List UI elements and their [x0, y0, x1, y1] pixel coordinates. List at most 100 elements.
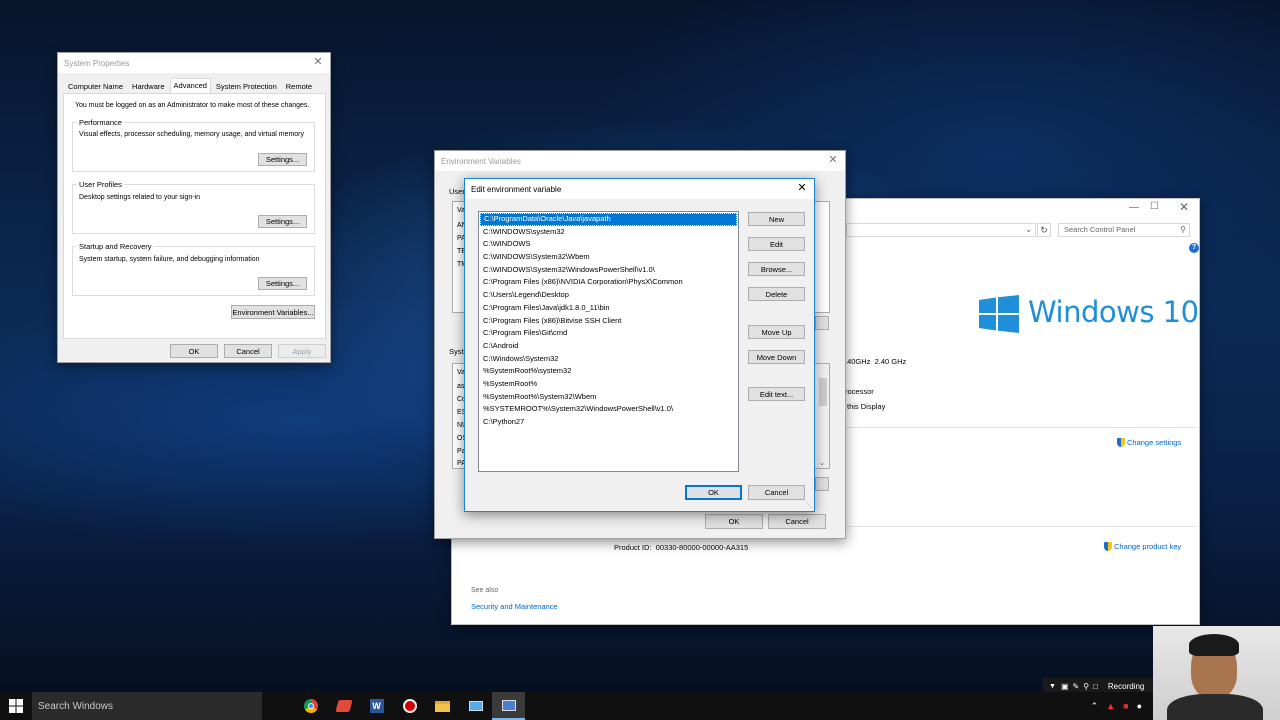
- list-item[interactable]: C:\Windows\System32: [479, 353, 738, 366]
- change-product-key-link[interactable]: Change product key: [1104, 542, 1181, 551]
- list-item[interactable]: C:\Program Files (x86)\NVIDIA Corporatio…: [479, 276, 738, 289]
- list-item[interactable]: C:\Python27: [479, 416, 738, 429]
- list-item[interactable]: C:\Android: [479, 340, 738, 353]
- system-properties-dialog[interactable]: System Properties ✕ Computer Name Hardwa…: [57, 52, 331, 363]
- refresh-icon[interactable]: ↻: [1037, 223, 1051, 237]
- search-input[interactable]: Search Control Panel ⚲: [1058, 223, 1190, 237]
- app-tray-icon[interactable]: ■: [1123, 701, 1128, 711]
- file-explorer-icon[interactable]: [426, 692, 459, 720]
- monitor-icon[interactable]: [459, 692, 492, 720]
- ok-button[interactable]: OK: [170, 344, 218, 358]
- ok-button[interactable]: OK: [705, 514, 763, 529]
- browse-button[interactable]: Browse...: [748, 262, 805, 276]
- app-tray-icon[interactable]: ▲: [1106, 701, 1115, 711]
- edit-environment-variable-dialog[interactable]: Edit environment variable ✕ C:\ProgramDa…: [464, 178, 815, 512]
- user-profiles-settings-button[interactable]: Settings...: [258, 215, 307, 228]
- cancel-button[interactable]: Cancel: [768, 514, 826, 529]
- list-item[interactable]: C:\Users\Legend\Desktop: [479, 289, 738, 302]
- system-properties-icon[interactable]: [492, 692, 525, 720]
- minimize-button[interactable]: —: [1129, 202, 1139, 213]
- title-bar[interactable]: Edit environment variable ✕: [465, 179, 814, 199]
- taskbar-search-text: Search Windows: [38, 700, 114, 712]
- resize-grip[interactable]: ⋱: [806, 502, 812, 509]
- close-icon[interactable]: ✕: [827, 154, 839, 167]
- taskbar-search-input[interactable]: Search Windows: [32, 692, 262, 720]
- chevron-down-icon[interactable]: ▼: [1049, 683, 1056, 690]
- startup-recovery-settings-button[interactable]: Settings...: [258, 277, 307, 290]
- cancel-button[interactable]: Cancel: [748, 485, 805, 500]
- window-title: System Properties: [64, 58, 130, 68]
- close-icon[interactable]: ✕: [312, 56, 324, 69]
- list-item[interactable]: C:\ProgramData\Oracle\Java\javapath: [480, 213, 737, 226]
- start-button[interactable]: [0, 692, 32, 720]
- delete-button[interactable]: Delete: [748, 287, 805, 301]
- chrome-icon[interactable]: [294, 692, 327, 720]
- list-item[interactable]: %SystemRoot%\system32: [479, 365, 738, 378]
- list-item[interactable]: C:\Program Files\Git\cmd: [479, 327, 738, 340]
- window-title: Edit environment variable: [471, 184, 562, 194]
- app-red-icon[interactable]: [327, 692, 360, 720]
- edit-button[interactable]: Edit: [748, 237, 805, 251]
- tab-advanced[interactable]: Advanced: [169, 78, 211, 93]
- performance-settings-button[interactable]: Settings...: [258, 153, 307, 166]
- chevron-up-icon[interactable]: ⌃: [1091, 701, 1099, 712]
- list-item[interactable]: C:\WINDOWS\System32\Wbem: [479, 251, 738, 264]
- security-maintenance-link[interactable]: Security and Maintenance: [471, 602, 558, 611]
- processor-type-text: rocessor: [845, 387, 874, 396]
- windows-10-logo-text: Windows 10: [1028, 295, 1199, 329]
- help-icon[interactable]: ?: [1189, 243, 1199, 253]
- list-item[interactable]: C:\WINDOWS: [479, 238, 738, 251]
- tab-system-protection[interactable]: System Protection: [212, 79, 281, 93]
- shield-icon: [1104, 542, 1112, 551]
- environment-variables-button[interactable]: Environment Variables...: [231, 305, 315, 319]
- list-item[interactable]: %SYSTEMROOT%\System32\WindowsPowerShell\…: [479, 403, 738, 416]
- chevron-down-icon[interactable]: ⌄: [1025, 225, 1032, 234]
- tab-remote[interactable]: Remote: [282, 79, 316, 93]
- tab-computer-name[interactable]: Computer Name: [64, 79, 127, 93]
- list-item[interactable]: C:\Program Files (x86)\Bitvise SSH Clien…: [479, 315, 738, 328]
- person-hair: [1189, 634, 1239, 656]
- close-icon[interactable]: ✕: [796, 182, 808, 195]
- scrollbar-thumb[interactable]: [819, 378, 827, 406]
- list-item[interactable]: %SystemRoot%: [479, 378, 738, 391]
- list-item[interactable]: C:\WINDOWS\System32\WindowsPowerShell\v1…: [479, 264, 738, 277]
- maximize-button[interactable]: ☐: [1150, 201, 1159, 212]
- ok-button[interactable]: OK: [685, 485, 742, 500]
- new-button[interactable]: New: [748, 212, 805, 226]
- divider: [845, 427, 1197, 428]
- pen-icon[interactable]: ✎: [1073, 682, 1080, 691]
- zoom-icon[interactable]: ⚲: [1083, 682, 1089, 691]
- move-up-button[interactable]: Move Up: [748, 325, 805, 339]
- crop-icon[interactable]: □: [1093, 682, 1098, 691]
- system-variables-button-strip[interactable]: [815, 477, 829, 491]
- change-settings-label: Change settings: [1127, 438, 1182, 447]
- cancel-button[interactable]: Cancel: [224, 344, 272, 358]
- move-down-button[interactable]: Move Down: [748, 350, 805, 364]
- window-title: Environment Variables: [441, 156, 521, 166]
- change-settings-link[interactable]: Change settings: [1117, 438, 1181, 447]
- close-icon[interactable]: ✕: [1179, 200, 1189, 214]
- chevron-down-icon[interactable]: ⌄: [819, 459, 825, 467]
- user-variables-button-strip[interactable]: [815, 316, 829, 330]
- list-item[interactable]: C:\Program Files\Java\jdk1.8.0_11\bin: [479, 302, 738, 315]
- title-bar[interactable]: System Properties ✕: [58, 53, 330, 73]
- user-variables-label: User: [449, 187, 465, 196]
- startup-recovery-title: Startup and Recovery: [77, 242, 154, 251]
- list-item[interactable]: C:\WINDOWS\system32: [479, 226, 738, 239]
- record-icon[interactable]: [393, 692, 426, 720]
- edit-text-button[interactable]: Edit text...: [748, 387, 805, 401]
- title-bar[interactable]: Environment Variables ✕: [435, 151, 845, 171]
- user-profiles-title: User Profiles: [77, 180, 124, 189]
- list-item[interactable]: %SystemRoot%\System32\Wbem: [479, 391, 738, 404]
- path-entries-list[interactable]: C:\ProgramData\Oracle\Java\javapath C:\W…: [478, 211, 739, 472]
- vertical-scrollbar[interactable]: ⌄: [817, 364, 829, 468]
- word-icon[interactable]: W: [360, 692, 393, 720]
- network-tray-icon[interactable]: ●: [1137, 701, 1142, 711]
- admin-note: You must be logged on as an Administrato…: [75, 102, 310, 109]
- product-id-text: Product ID: 00330-80000-00000-AA315: [614, 543, 749, 552]
- address-bar[interactable]: ⌄: [846, 223, 1036, 237]
- screen-icon[interactable]: ▣: [1061, 682, 1069, 691]
- user-profiles-group: User Profiles Desktop settings related t…: [72, 180, 315, 234]
- tab-hardware[interactable]: Hardware: [128, 79, 169, 93]
- apply-button[interactable]: Apply: [278, 344, 326, 358]
